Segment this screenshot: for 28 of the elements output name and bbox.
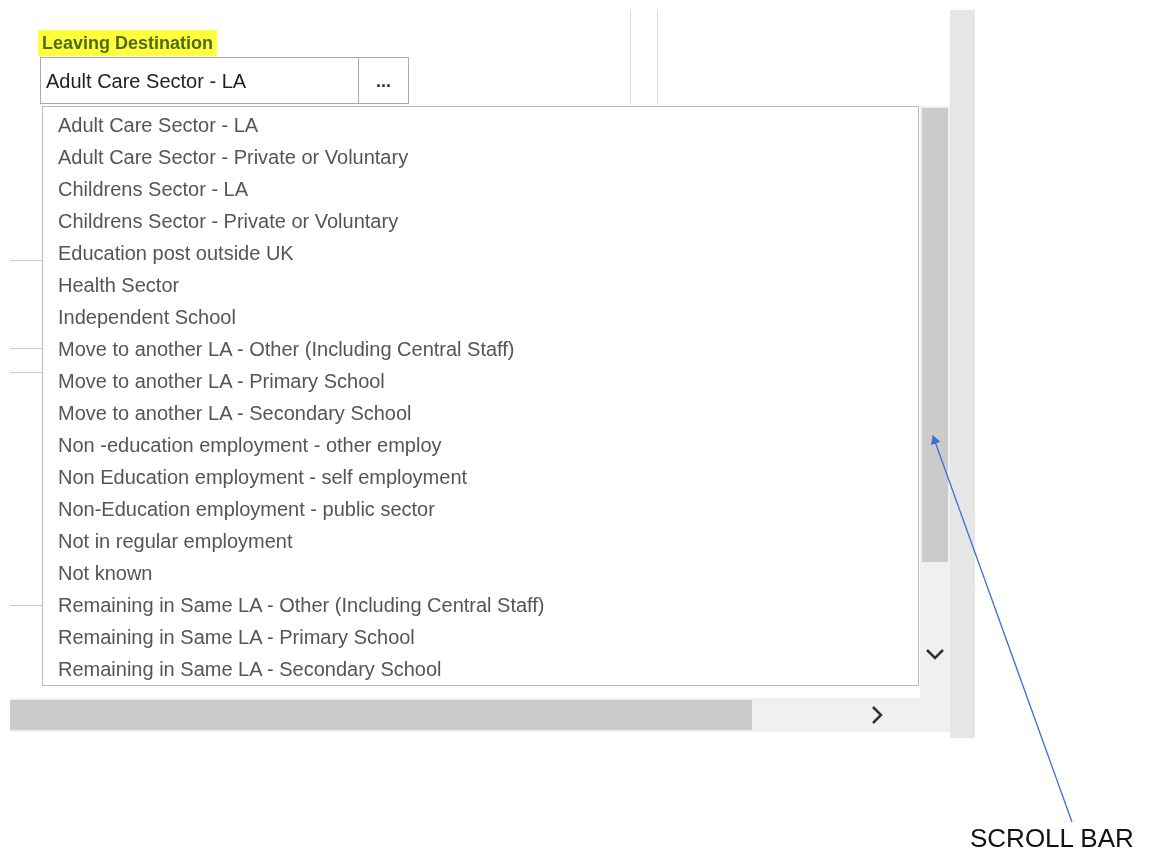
dropdown-option[interactable]: Adult Care Sector - LA	[43, 109, 918, 141]
dropdown-option[interactable]: Move to another LA - Other (Including Central Staff)	[43, 333, 918, 365]
scrollbar-track[interactable]	[10, 698, 950, 732]
dropdown-option[interactable]: Remaining in Same LA - Secondary School	[43, 653, 918, 685]
input-field[interactable]: Adult Care Sector - LA	[40, 57, 359, 104]
chevron-down-icon[interactable]	[925, 647, 945, 661]
dropdown-option[interactable]: Education post outside UK	[43, 237, 918, 269]
dropdown-option[interactable]: Non-Education employment - public sector	[43, 493, 918, 525]
dropdown-option[interactable]: Independent School	[43, 301, 918, 333]
scrollbar-track[interactable]	[920, 106, 950, 698]
dropdown-option[interactable]: Move to another LA - Primary School	[43, 365, 918, 397]
dropdown-option[interactable]: Not in regular employment	[43, 525, 918, 557]
dropdown-option[interactable]: Non -education employment - other employ	[43, 429, 918, 461]
dropdown-option[interactable]: Non Education employment - self employment	[43, 461, 918, 493]
dropdown-option[interactable]: Remaining in Same LA - Other (Including Central Staff)	[43, 589, 918, 621]
browse-button[interactable]: ...	[358, 57, 409, 104]
field-label: Leaving Destination	[38, 30, 218, 56]
dropdown-option[interactable]: Childrens Sector - LA	[43, 173, 918, 205]
dropdown-option[interactable]: Remaining in Same LA - Primary School	[43, 621, 918, 653]
dropdown-option[interactable]: Not known	[43, 557, 918, 589]
annotation-text: SCROLL BAR	[970, 822, 1134, 854]
scrollbar-thumb[interactable]	[10, 700, 752, 730]
dropdown-option[interactable]: Health Sector	[43, 269, 918, 301]
dropdown-option[interactable]: Childrens Sector - Private or Voluntary	[43, 205, 918, 237]
scrollbar-thumb[interactable]	[922, 108, 948, 562]
chevron-right-icon[interactable]	[870, 705, 884, 725]
dropdown-option[interactable]: Adult Care Sector - Private or Voluntary	[43, 141, 918, 173]
dropdown-option[interactable]: Move to another LA - Secondary School	[43, 397, 918, 429]
